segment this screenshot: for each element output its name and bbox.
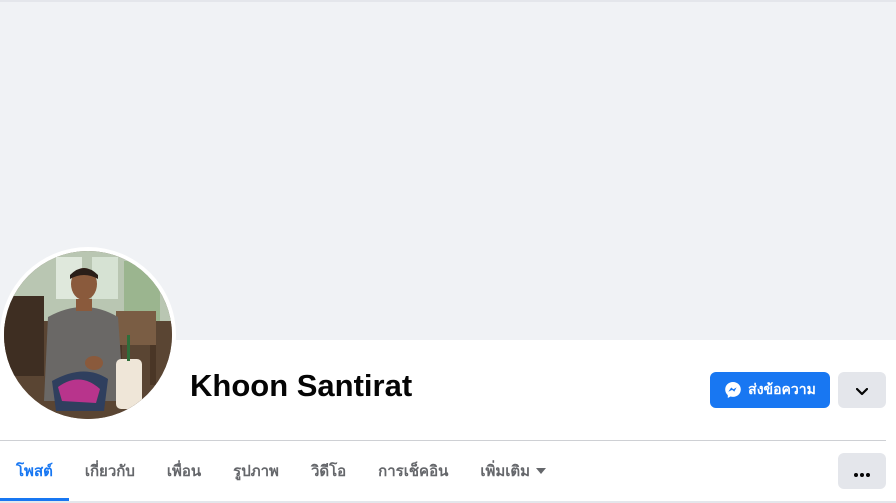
messenger-icon — [724, 381, 742, 399]
tab-check-ins[interactable]: การเช็คอิน — [362, 441, 464, 501]
tab-posts[interactable]: โพสต์ — [0, 441, 69, 501]
tab-friends[interactable]: เพื่อน — [151, 441, 217, 501]
tab-videos[interactable]: วิดีโอ — [295, 441, 362, 501]
more-options-button[interactable] — [838, 453, 886, 489]
profile-name: Khoon Santirat — [190, 368, 413, 403]
tab-photos[interactable]: รูปภาพ — [217, 441, 295, 501]
tab-more[interactable]: เพิ่มเติม — [464, 441, 562, 501]
profile-tabs: โพสต์ เกี่ยวกับ เพื่อน รูปภาพ วิดีโอ การ… — [0, 441, 562, 501]
tab-label: เพิ่มเติม — [480, 462, 531, 480]
caret-down-icon — [536, 468, 547, 474]
profile-picture-frame — [0, 247, 176, 423]
chevron-down-icon — [855, 381, 869, 400]
tab-label: โพสต์ — [16, 462, 53, 480]
tab-label: วิดีโอ — [310, 462, 347, 480]
send-message-button[interactable]: ส่งข้อความ — [710, 372, 830, 408]
tab-label: รูปภาพ — [233, 462, 279, 480]
profile-options-dropdown[interactable] — [838, 372, 886, 408]
more-horizontal-icon — [854, 462, 870, 481]
tab-label: การเช็คอิน — [378, 462, 449, 480]
tab-label: เพื่อน — [166, 462, 202, 480]
profile-picture[interactable] — [4, 251, 172, 419]
tab-about[interactable]: เกี่ยวกับ — [69, 441, 151, 501]
send-message-label: ส่งข้อความ — [748, 382, 816, 398]
tab-label: เกี่ยวกับ — [84, 462, 135, 480]
